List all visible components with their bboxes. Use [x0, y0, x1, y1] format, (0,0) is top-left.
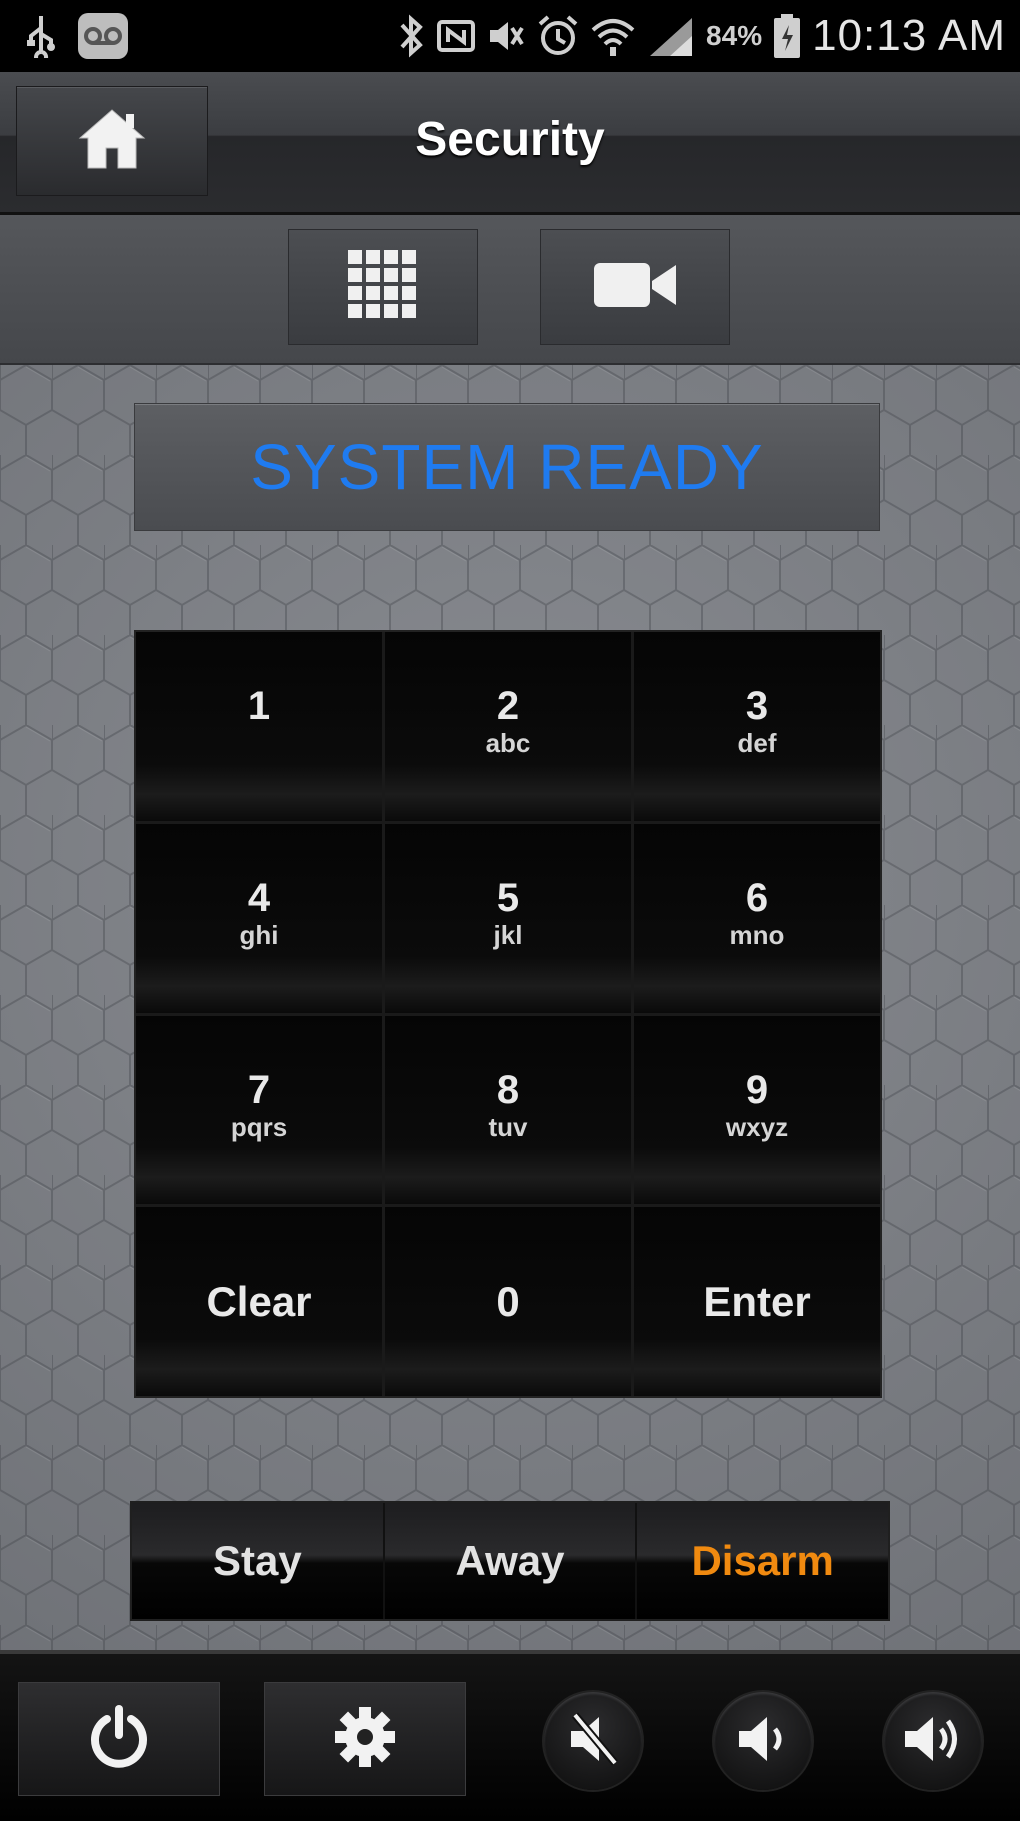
clear-button[interactable]: Clear — [136, 1207, 382, 1396]
voicemail-icon — [76, 11, 130, 61]
volume-up-button[interactable] — [884, 1692, 982, 1790]
key-5[interactable]: 5 jkl — [385, 823, 631, 1013]
status-bar: 84% 10:13 AM — [0, 0, 1020, 72]
key-number: 0 — [496, 1277, 520, 1325]
key-letters: tuv — [488, 1111, 528, 1142]
mute-volume-icon — [563, 1709, 623, 1774]
key-number: 2 — [496, 684, 520, 728]
key-letters: ghi — [239, 919, 279, 950]
key-9[interactable]: 9 wxyz — [634, 1015, 880, 1205]
key-number: 1 — [247, 684, 271, 728]
wifi-icon — [590, 14, 636, 58]
nfc-icon — [436, 16, 476, 56]
key-letters: jkl — [493, 919, 523, 950]
key-7[interactable]: 7 pqrs — [136, 1015, 382, 1205]
camera-icon — [592, 257, 678, 318]
bottom-control-bar — [0, 1650, 1020, 1821]
battery-icon — [772, 13, 802, 59]
usb-icon — [24, 14, 58, 58]
camera-view-button[interactable] — [540, 229, 730, 345]
bluetooth-icon — [398, 13, 426, 59]
view-switch-bar — [0, 215, 1020, 365]
key-0[interactable]: 0 — [385, 1207, 631, 1396]
key-label: Clear — [206, 1277, 312, 1325]
key-letters: abc — [485, 728, 531, 758]
system-status-text: SYSTEM READY — [250, 431, 764, 503]
key-2[interactable]: 2 abc — [385, 632, 631, 821]
clock: 10:13 AM — [812, 11, 1006, 60]
volume-up-icon — [901, 1709, 965, 1774]
key-6[interactable]: 6 mno — [634, 823, 880, 1013]
keypad-view-button[interactable] — [288, 229, 478, 345]
key-letters: mno — [729, 919, 785, 950]
key-label: Enter — [703, 1277, 811, 1325]
volume-down-button[interactable] — [714, 1692, 812, 1790]
system-status-display: SYSTEM READY — [134, 403, 880, 531]
power-button[interactable] — [18, 1682, 220, 1796]
mute-button[interactable] — [544, 1692, 642, 1790]
key-number: 3 — [745, 684, 769, 728]
key-number: 7 — [247, 1067, 271, 1112]
battery-percent: 84% — [706, 20, 763, 51]
key-1[interactable]: 1 — [136, 632, 382, 821]
key-number: 5 — [496, 875, 520, 920]
settings-button[interactable] — [264, 1682, 466, 1796]
stay-button[interactable]: Stay — [132, 1503, 383, 1619]
settings-icon — [332, 1704, 398, 1775]
app-header: Security — [0, 72, 1020, 215]
page-title: Security — [415, 113, 605, 166]
volume-down-icon — [733, 1709, 793, 1774]
keypad-icon — [348, 249, 418, 325]
away-button[interactable]: Away — [384, 1503, 636, 1619]
signal-icon — [646, 14, 696, 58]
arm-mode-buttons: Stay Away Disarm — [130, 1501, 890, 1621]
key-number: 8 — [496, 1067, 520, 1112]
key-letters: wxyz — [725, 1111, 789, 1142]
alarm-icon — [536, 14, 580, 58]
key-number: 9 — [745, 1067, 769, 1112]
security-panel: SYSTEM READY 1 2 abc 3 def 4 ghi 5 jkl 6 mno … — [0, 365, 1020, 1650]
key-letters: def — [737, 728, 777, 758]
key-number: 4 — [247, 875, 271, 920]
enter-button[interactable]: Enter — [634, 1207, 880, 1396]
disarm-button[interactable]: Disarm — [637, 1503, 888, 1619]
keypad: 1 2 abc 3 def 4 ghi 5 jkl 6 mno 7 pqrs 8 tuv 9w… — [134, 630, 882, 1398]
power-icon — [87, 1704, 151, 1774]
mute-icon — [486, 16, 526, 56]
key-4[interactable]: 4 ghi — [136, 823, 382, 1013]
key-3[interactable]: 3 def — [634, 632, 880, 821]
key-8[interactable]: 8 tuv — [385, 1015, 631, 1205]
key-letters: pqrs — [230, 1111, 288, 1142]
key-number: 6 — [745, 875, 769, 920]
